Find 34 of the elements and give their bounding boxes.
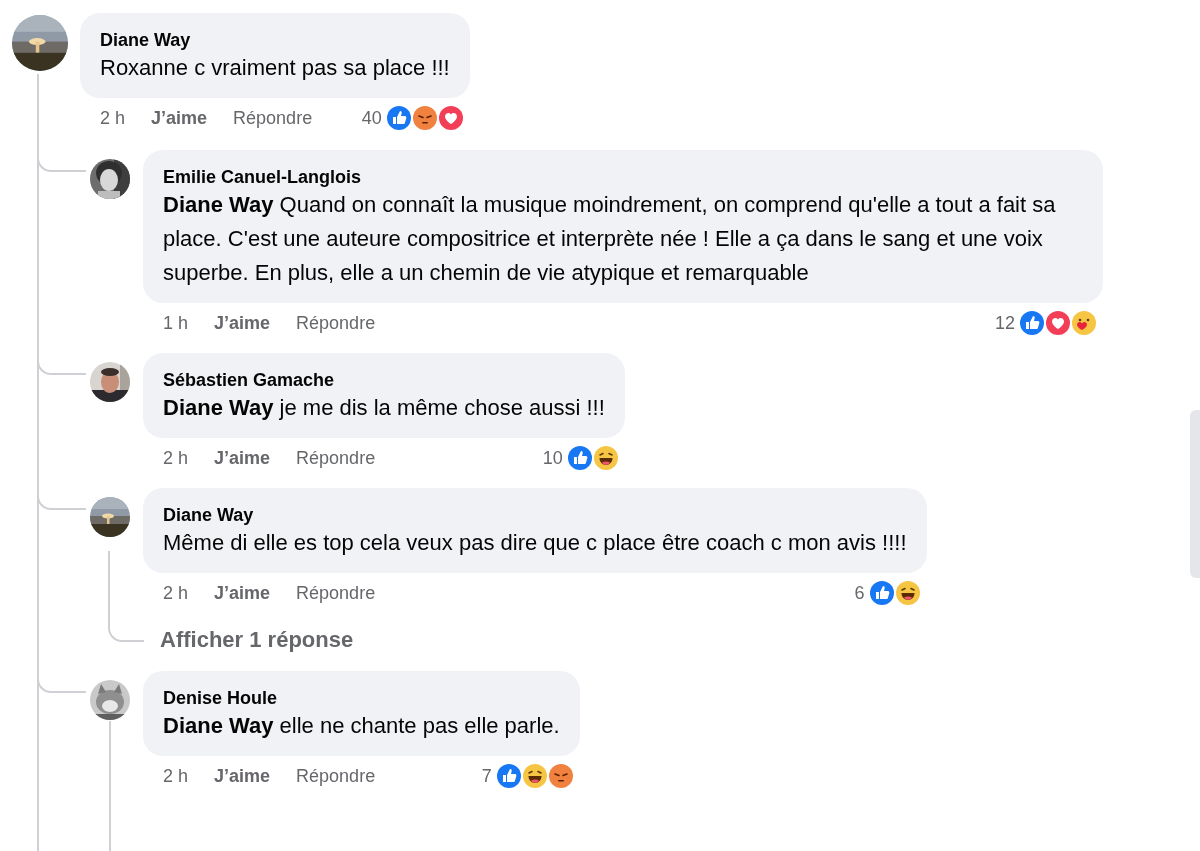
comment-text: Même di elle es top cela veux pas dire que c place être coach c mon avis !!!! — [163, 529, 907, 557]
like-link[interactable]: J’aime — [214, 312, 271, 334]
comment-text: Diane Way elle ne chante pas elle parle. — [163, 712, 560, 740]
reaction-count: 6 — [854, 582, 865, 604]
reaction-count: 40 — [361, 107, 382, 129]
thumbs-up-icon — [1017, 308, 1047, 338]
author-name: Sébastien Gamache — [163, 369, 336, 391]
like-link[interactable]: J’aime — [151, 107, 208, 129]
reply-link[interactable]: Répondre — [296, 447, 376, 469]
like-link[interactable]: J’aime — [214, 582, 271, 604]
comment-text: Roxanne c vraiment pas sa place !!! — [100, 54, 450, 82]
reply-link[interactable]: Répondre — [296, 312, 376, 334]
reaction-count: 12 — [994, 312, 1015, 334]
reaction-count: 7 — [481, 765, 492, 787]
show-replies-link[interactable]: Afficher 1 réponse — [160, 627, 354, 653]
comment-text: Diane Way je me dis la même chose aussi !!! — [163, 394, 605, 422]
timestamp: 2 h — [163, 765, 189, 787]
timestamp: 2 h — [163, 447, 189, 469]
author-name: Diane Way — [100, 29, 192, 51]
author-name: Diane Way — [163, 504, 255, 526]
reply-link[interactable]: Répondre — [296, 582, 376, 604]
author-name: Emilie Canuel-Langlois — [163, 166, 363, 188]
like-link[interactable]: J’aime — [214, 447, 271, 469]
timestamp: 2 h — [100, 107, 126, 129]
reply-link[interactable]: Répondre — [296, 765, 376, 787]
comment-text: Diane Way Quand on connaît la musique moindrement, on comprend qu'elle a tout a fait sa place. C'est une auteure compositrice et interprète née ! Elle a ça dans le sang et une voix superbe. En plus, elle a un chemin de vie atypique et remarquable — [163, 191, 1057, 287]
like-link[interactable]: J’aime — [214, 765, 271, 787]
timestamp: 2 h — [163, 582, 189, 604]
reply-link[interactable]: Répondre — [233, 107, 313, 129]
author-name: Denise Houle — [163, 687, 279, 709]
scrollbar[interactable] — [1190, 410, 1200, 578]
hugging-face-icon — [1069, 308, 1099, 338]
timestamp: 1 h — [163, 312, 189, 334]
reaction-count: 10 — [542, 447, 563, 469]
